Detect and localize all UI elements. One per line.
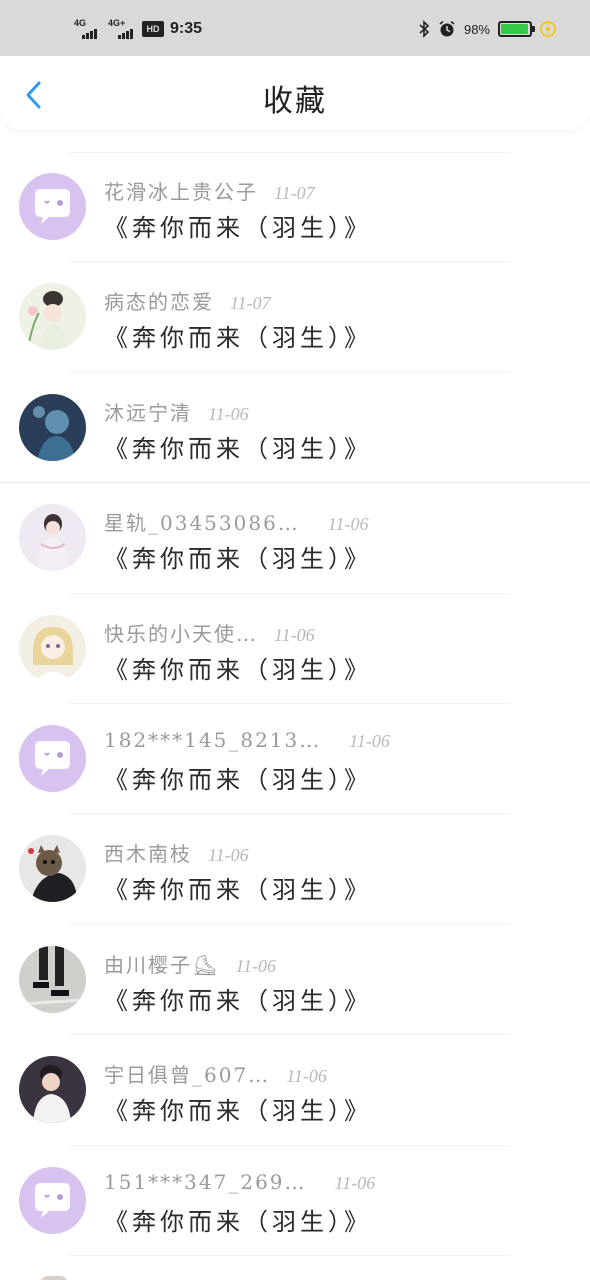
user-name[interactable]: 沐远宁清 xyxy=(104,397,192,426)
network-signal-icon: 4G xyxy=(74,18,102,40)
network-type-label: 4G xyxy=(74,18,87,28)
post-date: 11-06 xyxy=(334,1172,376,1193)
item-title[interactable]: 《奔你而来（羽生）》 xyxy=(104,539,372,574)
user-name[interactable]: 快乐的小天使… xyxy=(104,618,258,647)
cat-with-person-avatar[interactable] xyxy=(19,835,86,903)
item-title[interactable]: 《奔你而来（羽生）》 xyxy=(104,760,372,795)
name-line: 星轨_03453086… 11-06 xyxy=(104,507,368,535)
name-line: 快乐的小天使… 11-06 xyxy=(104,618,315,646)
page-title: 收藏 xyxy=(263,84,327,119)
list-item[interactable]: 快乐的小天使… 11-06 《奔你而来（羽生）》 xyxy=(0,594,590,704)
hd-voice-icon: HD xyxy=(142,21,164,37)
list-item[interactable]: 星轨_03453086… 11-06 《奔你而来（羽生）》 xyxy=(0,483,590,594)
post-date: 11-07 xyxy=(274,183,315,203)
default-chat-avatar[interactable] xyxy=(19,1166,86,1234)
network-type-2-label: 4G+ xyxy=(108,18,126,28)
post-date: 11-06 xyxy=(349,730,390,751)
user-name[interactable]: 病态的恋爱 xyxy=(104,286,214,315)
battery-icon xyxy=(498,21,535,37)
charging-icon xyxy=(540,21,556,37)
default-chat-avatar[interactable] xyxy=(19,173,86,240)
post-date: 11-06 xyxy=(208,845,249,866)
user-name[interactable]: 西木南枝 xyxy=(104,838,192,867)
blue-figure-avatar[interactable] xyxy=(19,393,86,461)
name-line: 宇日俱曾_607… 11-06 xyxy=(104,1059,327,1087)
post-date: 11-06 xyxy=(235,955,277,976)
list-item[interactable]: 花滑冰上贵公子 11-07 《奔你而来（羽生）》 xyxy=(0,152,590,263)
post-date: 11-06 xyxy=(274,624,315,645)
status-bar: 4G 4G+ HD 9:35 98% xyxy=(0,0,590,56)
post-date: 11-07 xyxy=(230,293,271,314)
item-title[interactable]: 《奔你而来（羽生）》 xyxy=(104,429,372,464)
user-name[interactable]: 花滑冰上贵公子 xyxy=(104,176,258,205)
item-title[interactable]: 《奔你而来（羽生）》 xyxy=(104,1091,372,1126)
man-in-white-avatar[interactable] xyxy=(19,1056,86,1124)
bluetooth-icon xyxy=(419,20,430,38)
header: 收藏 xyxy=(0,56,590,130)
list-item[interactable]: 由川樱子⛸ 11-06 《奔你而来（羽生）》 xyxy=(0,925,590,1036)
list-item[interactable]: 病态的恋爱 11-07 《奔你而来（羽生）》 xyxy=(0,262,590,373)
user-name[interactable]: 星轨_03453086… xyxy=(104,507,300,536)
favorites-list: 花滑冰上贵公子 11-07 《奔你而来（羽生）》 病态的恋爱 11-07 《奔你… xyxy=(0,152,590,1256)
name-line: 182***145_8213… 11-06 xyxy=(104,728,390,756)
name-line: 沐远宁清 11-06 xyxy=(104,397,249,425)
list-item[interactable]: 西木南枝 11-06 《奔你而来（羽生）》 xyxy=(0,814,590,925)
item-title[interactable]: 《奔你而来（羽生）》 xyxy=(104,318,372,353)
clock: 9:35 xyxy=(170,20,203,37)
illustrated-girl-avatar[interactable] xyxy=(19,283,86,351)
user-name[interactable]: 182***145_8213… xyxy=(104,728,321,752)
alarm-icon xyxy=(439,20,455,37)
user-name[interactable]: 宇日俱曾_607… xyxy=(104,1059,270,1088)
name-line: 由川樱子⛸ 11-06 xyxy=(104,949,276,977)
battery-fill xyxy=(501,24,529,34)
list-item[interactable]: 182***145_8213… 11-06 《奔你而来（羽生）》 xyxy=(0,704,590,815)
lady-in-white-avatar[interactable] xyxy=(19,504,86,572)
post-date: 11-06 xyxy=(208,403,249,424)
item-title[interactable]: 《奔你而来（羽生）》 xyxy=(104,208,372,243)
item-title[interactable]: 《奔你而来（羽生）》 xyxy=(104,1202,372,1237)
name-line: 151***347_269… 11-06 xyxy=(104,1170,375,1198)
partial-avatar xyxy=(40,1276,68,1280)
name-line: 病态的恋爱 11-07 xyxy=(104,286,271,314)
list-item[interactable]: 沐远宁清 11-06 《奔你而来（羽生）》 xyxy=(0,373,590,484)
skates-on-ice-avatar[interactable] xyxy=(19,945,86,1013)
item-title[interactable]: 《奔你而来（羽生）》 xyxy=(104,870,372,905)
user-name[interactable]: 由川樱子⛸ xyxy=(104,949,219,978)
name-line: 西木南枝 11-06 xyxy=(104,838,249,866)
post-date: 11-06 xyxy=(286,1066,327,1087)
list-item[interactable]: 宇日俱曾_607… 11-06 《奔你而来（羽生）》 xyxy=(0,1035,590,1146)
anime-girl-avatar[interactable] xyxy=(19,614,86,682)
status-left: 4G 4G+ HD 9:35 xyxy=(74,18,202,40)
default-chat-avatar[interactable] xyxy=(19,724,86,792)
user-name[interactable]: 151***347_269… xyxy=(104,1170,307,1194)
status-right: 98% xyxy=(418,20,556,38)
network-signal-2-icon: 4G+ xyxy=(108,18,136,40)
item-title[interactable]: 《奔你而来（羽生）》 xyxy=(104,650,372,685)
item-title[interactable]: 《奔你而来（羽生）》 xyxy=(104,981,372,1016)
list-item[interactable]: 151***347_269… 11-06 《奔你而来（羽生）》 xyxy=(0,1146,590,1256)
battery-percent: 98% xyxy=(463,21,490,37)
name-line: 花滑冰上贵公子 11-07 xyxy=(104,176,315,204)
post-date: 11-06 xyxy=(327,514,369,535)
item-divider xyxy=(70,1254,510,1256)
